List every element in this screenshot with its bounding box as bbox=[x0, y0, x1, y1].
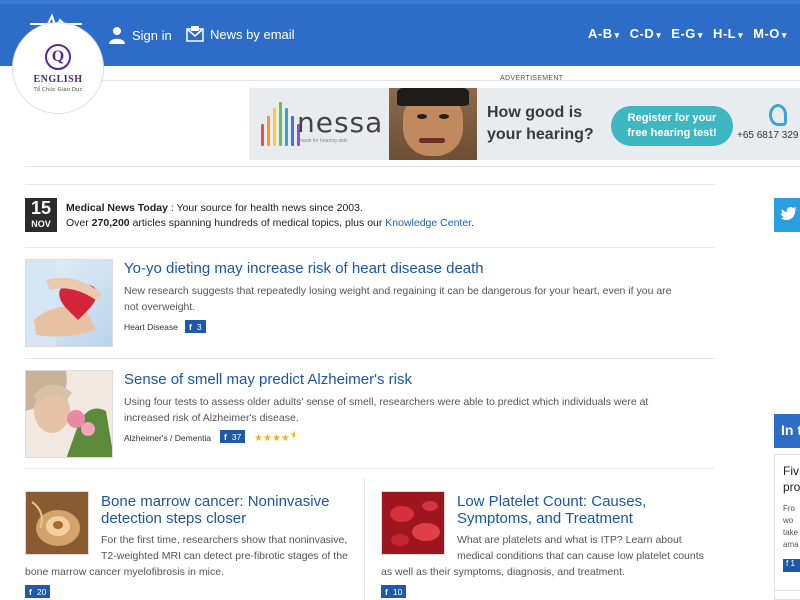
badge-subtitle: Tổ Chức Giáo Dục bbox=[33, 86, 83, 93]
star-icon: ★ bbox=[271, 433, 281, 444]
facebook-share-button[interactable]: f 3 bbox=[185, 320, 206, 333]
article-description: What are platelets and what is ITP? Lear… bbox=[381, 534, 704, 578]
sidebar-article-snippet: Fro wo take ama bbox=[783, 504, 799, 549]
article-description: For the first time, researchers show tha… bbox=[25, 534, 348, 578]
heart-hands-image bbox=[26, 260, 102, 346]
english-badge-logo: Q ENGLISH Tổ Chức Giáo Dục bbox=[12, 22, 104, 114]
star-icon: ★ bbox=[262, 433, 272, 444]
ad-man-photo bbox=[389, 88, 477, 160]
facebook-share-button[interactable]: f 10 bbox=[381, 585, 407, 598]
article-thumbnail[interactable] bbox=[25, 259, 113, 347]
divider bbox=[25, 247, 715, 248]
ad-brand-tagline: made for hearing aids bbox=[299, 138, 348, 144]
facebook-icon: f bbox=[29, 586, 32, 597]
date-badge: 15 NOV bbox=[25, 198, 57, 232]
facebook-icon: f bbox=[385, 586, 388, 597]
twitter-icon bbox=[781, 207, 797, 220]
facebook-icon: f bbox=[189, 321, 192, 332]
column-divider bbox=[364, 478, 365, 600]
divider bbox=[25, 468, 715, 469]
sidebar-article-title: Fiv pro bbox=[783, 464, 800, 494]
article-title-link[interactable]: Sense of smell may predict Alzheimer's r… bbox=[124, 371, 412, 388]
facebook-share-button[interactable]: f 1 bbox=[783, 559, 800, 572]
article-count: 270,200 bbox=[91, 217, 130, 229]
article-title-link[interactable]: Yo-yo dieting may increase risk of heart… bbox=[124, 260, 484, 277]
divider bbox=[774, 590, 800, 591]
facebook-count: 10 bbox=[392, 586, 403, 597]
divider bbox=[25, 358, 715, 359]
sidebar-article-card[interactable]: Fiv pro Fro wo take ama f 1 bbox=[774, 454, 800, 600]
ad-phone-number: +65 6817 329 bbox=[737, 130, 799, 141]
facebook-count: 1 bbox=[790, 559, 795, 568]
q-logo-icon: Q bbox=[45, 43, 71, 70]
ad-brand-name: nessa bbox=[297, 106, 384, 139]
site-tagline: : Your source for health news since 2003… bbox=[167, 202, 363, 214]
facebook-share-button[interactable]: f 20 bbox=[25, 585, 51, 598]
woman-smelling-rose-image bbox=[26, 371, 112, 457]
top-bar-edge bbox=[0, 0, 800, 4]
mail-icon bbox=[186, 26, 204, 42]
az-menu-a-b[interactable]: A-B bbox=[588, 26, 620, 41]
ad-register-button[interactable]: Register for your free hearing test! bbox=[611, 106, 733, 146]
site-name: Medical News Today bbox=[66, 202, 168, 214]
az-menu-h-l[interactable]: H-L bbox=[713, 26, 743, 41]
article-title-link[interactable]: Bone marrow cancer: Noninvasive detectio… bbox=[101, 493, 329, 527]
sidebar-section-header: In t bbox=[774, 414, 800, 448]
facebook-share-button[interactable]: f 37 bbox=[220, 430, 246, 443]
az-menu-e-g[interactable]: E-G bbox=[671, 26, 703, 41]
article-description: Using four tests to assess older adults'… bbox=[124, 396, 649, 424]
badge-name: ENGLISH bbox=[33, 73, 83, 85]
article-description: New research suggests that repeatedly lo… bbox=[124, 285, 672, 313]
az-menu-c-d[interactable]: C-D bbox=[630, 26, 662, 41]
ad-divider bbox=[30, 80, 800, 81]
az-menu-m-o[interactable]: M-O bbox=[753, 26, 787, 41]
advertisement-label: ADVERTISEMENT bbox=[500, 75, 564, 82]
star-icon: ★ bbox=[254, 433, 263, 444]
news-by-email-link[interactable]: News by email bbox=[186, 26, 295, 42]
article-category[interactable]: Heart Disease bbox=[124, 322, 178, 332]
date-month: NOV bbox=[31, 219, 51, 229]
sign-in-label: Sign in bbox=[132, 27, 172, 43]
az-index-menu: A-B C-D E-G H-L M-O bbox=[588, 26, 787, 41]
divider bbox=[25, 184, 715, 185]
user-icon bbox=[109, 27, 125, 44]
sign-in-link[interactable]: Sign in bbox=[108, 26, 172, 44]
ear-icon bbox=[769, 104, 787, 126]
facebook-icon: f bbox=[786, 559, 789, 568]
article-category[interactable]: Alzheimer's / Dementia bbox=[124, 433, 211, 443]
date-day: 15 bbox=[30, 198, 52, 218]
knowledge-center-link[interactable]: Knowledge Center bbox=[385, 217, 471, 229]
facebook-count: 3 bbox=[196, 321, 202, 332]
twitter-button[interactable] bbox=[774, 198, 800, 232]
divider bbox=[25, 166, 800, 167]
ad-question: How good is your hearing? bbox=[487, 104, 594, 143]
facebook-count: 20 bbox=[36, 586, 47, 597]
nessa-bars-icon bbox=[261, 102, 300, 146]
star-icon: ★ bbox=[280, 433, 290, 444]
site-intro: Medical News Today : Your source for hea… bbox=[66, 202, 475, 229]
star-rating: ★★★★★ bbox=[254, 430, 295, 444]
top-nav-bar: Sign in News by email A-B C-D E-G H-L M-… bbox=[0, 0, 800, 66]
ad-banner[interactable]: nessa made for hearing aids How good is … bbox=[249, 88, 800, 160]
article-thumbnail[interactable] bbox=[25, 370, 113, 458]
half-star-icon: ★ bbox=[289, 430, 295, 441]
article-title-link[interactable]: Low Platelet Count: Causes, Symptoms, an… bbox=[457, 493, 646, 527]
facebook-count: 37 bbox=[231, 431, 242, 442]
facebook-icon: f bbox=[224, 431, 227, 442]
news-by-email-label: News by email bbox=[210, 26, 295, 42]
